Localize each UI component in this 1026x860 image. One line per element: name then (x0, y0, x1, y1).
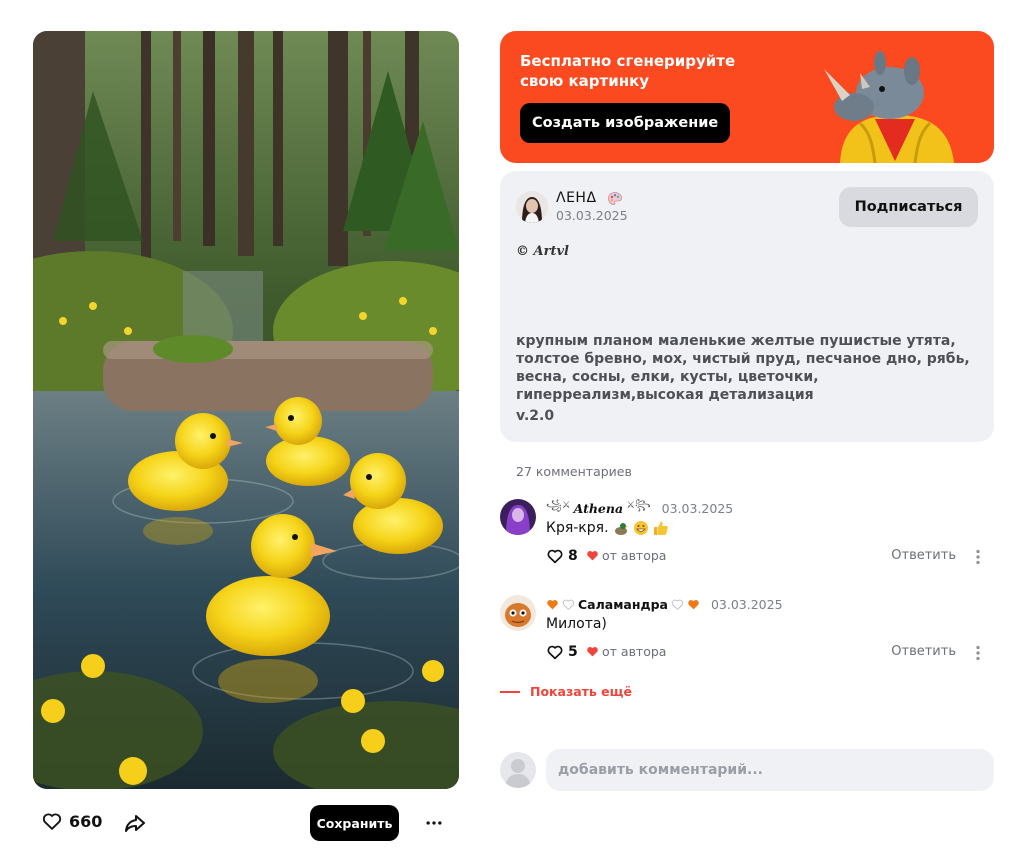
comment-like-button[interactable]: 5 (546, 643, 578, 661)
show-more-comments-button[interactable]: Показать ещё (500, 684, 632, 699)
comment-text-line: Милота) (546, 616, 607, 632)
user-placeholder-icon (505, 759, 531, 788)
author-name[interactable]: ΛΕΗΔ (556, 190, 597, 206)
comment-author[interactable]: Athena (574, 501, 623, 516)
post-date: 03.03.2025 (556, 208, 628, 223)
heart-icon (547, 549, 563, 564)
comment-actions: 5 от автора Ответить (546, 643, 994, 663)
heart-icon (547, 645, 563, 660)
comment-author-line: ꧁⚔ Athena ⚔꧂ 03.03.2025 (546, 499, 733, 517)
post-description: крупным планом маленькие желтые пушистые… (516, 333, 970, 403)
more-options-button[interactable] (421, 810, 447, 836)
more-vertical-icon (976, 549, 980, 565)
comment-item: ꧁⚔ Athena ⚔꧂ 03.03.2025 Кря-кря. 8 от ав… (500, 499, 994, 579)
orange-heart-icon (688, 599, 699, 609)
rhino-mascot-illustration (824, 51, 954, 163)
red-heart-icon (587, 647, 598, 657)
subscribe-button[interactable]: Подписаться (839, 187, 978, 227)
reply-button[interactable]: Ответить (891, 644, 956, 659)
author-like-label: от автора (602, 548, 667, 563)
comment-author-line: Саламандра 03.03.2025 (546, 595, 783, 613)
comment-like-count: 5 (568, 644, 578, 660)
comments-count: 27 комментариев (516, 464, 632, 479)
avatar-image (500, 499, 536, 535)
share-button[interactable] (123, 811, 147, 835)
comment-date: 03.03.2025 (710, 596, 783, 612)
author-like-label: от автора (602, 644, 667, 659)
avatar-image (500, 595, 536, 631)
comment-more-button[interactable] (972, 643, 984, 663)
more-horizontal-icon (426, 821, 442, 825)
like-button[interactable]: 660 (41, 810, 102, 832)
author-portrait (516, 191, 548, 223)
post-image[interactable] (33, 31, 459, 789)
author-signature: © Artvl (516, 244, 569, 259)
orange-heart-icon (547, 599, 558, 609)
decor-left: ꧁⚔ (546, 500, 571, 511)
model-version: v.2.0 (516, 408, 555, 424)
current-user-avatar (500, 752, 536, 788)
promo-banner: Бесплатно сгенерируйте свою картинку Соз… (500, 31, 994, 163)
palette-icon (608, 192, 622, 205)
reply-button[interactable]: Ответить (891, 548, 956, 563)
commenter-avatar[interactable] (500, 499, 536, 535)
share-icon (125, 815, 145, 832)
more-vertical-icon (976, 645, 980, 661)
show-more-dash (500, 690, 520, 693)
author-avatar[interactable] (516, 191, 548, 223)
comment-more-button[interactable] (972, 547, 984, 567)
heart-icon (42, 813, 62, 830)
white-heart-icon (671, 599, 684, 610)
comment-text: Кря-кря. (546, 520, 609, 536)
add-comment-input[interactable] (546, 749, 994, 791)
white-heart-icon (562, 599, 575, 610)
thumbs-up-emoji-icon (653, 521, 668, 535)
red-heart-icon (587, 551, 598, 561)
comment-item: Саламандра 03.03.2025 Милота) 5 от автор… (500, 595, 994, 675)
create-image-button[interactable]: Создать изображение (520, 103, 731, 143)
comment-like-count: 8 (568, 548, 578, 564)
author-like-badge: от автора (586, 548, 666, 563)
author-like-badge: от автора (586, 644, 666, 659)
decor-right: ⚔꧂ (626, 500, 651, 511)
ducklings-artwork (33, 31, 459, 789)
comment-actions: 8 от автора Ответить (546, 547, 994, 567)
like-count: 660 (69, 811, 103, 831)
promo-title: Бесплатно сгенерируйте свою картинку (520, 52, 736, 90)
comment-author[interactable]: Саламандра (578, 597, 668, 612)
post-action-bar: 660 Сохранить (33, 804, 459, 842)
grin-emoji-icon (633, 521, 648, 535)
save-button[interactable]: Сохранить (310, 805, 399, 841)
comment-text-line: Кря-кря. (546, 520, 669, 536)
commenter-avatar[interactable] (500, 595, 536, 631)
post-info-card: ΛΕΗΔ 03.03.2025 Подписаться © Artvl круп… (500, 171, 994, 442)
duck-emoji-icon (614, 523, 628, 535)
comment-text: Милота) (546, 616, 607, 632)
show-more-label: Показать ещё (530, 684, 632, 699)
comment-date: 03.03.2025 (661, 500, 734, 516)
comment-like-button[interactable]: 8 (546, 547, 578, 565)
